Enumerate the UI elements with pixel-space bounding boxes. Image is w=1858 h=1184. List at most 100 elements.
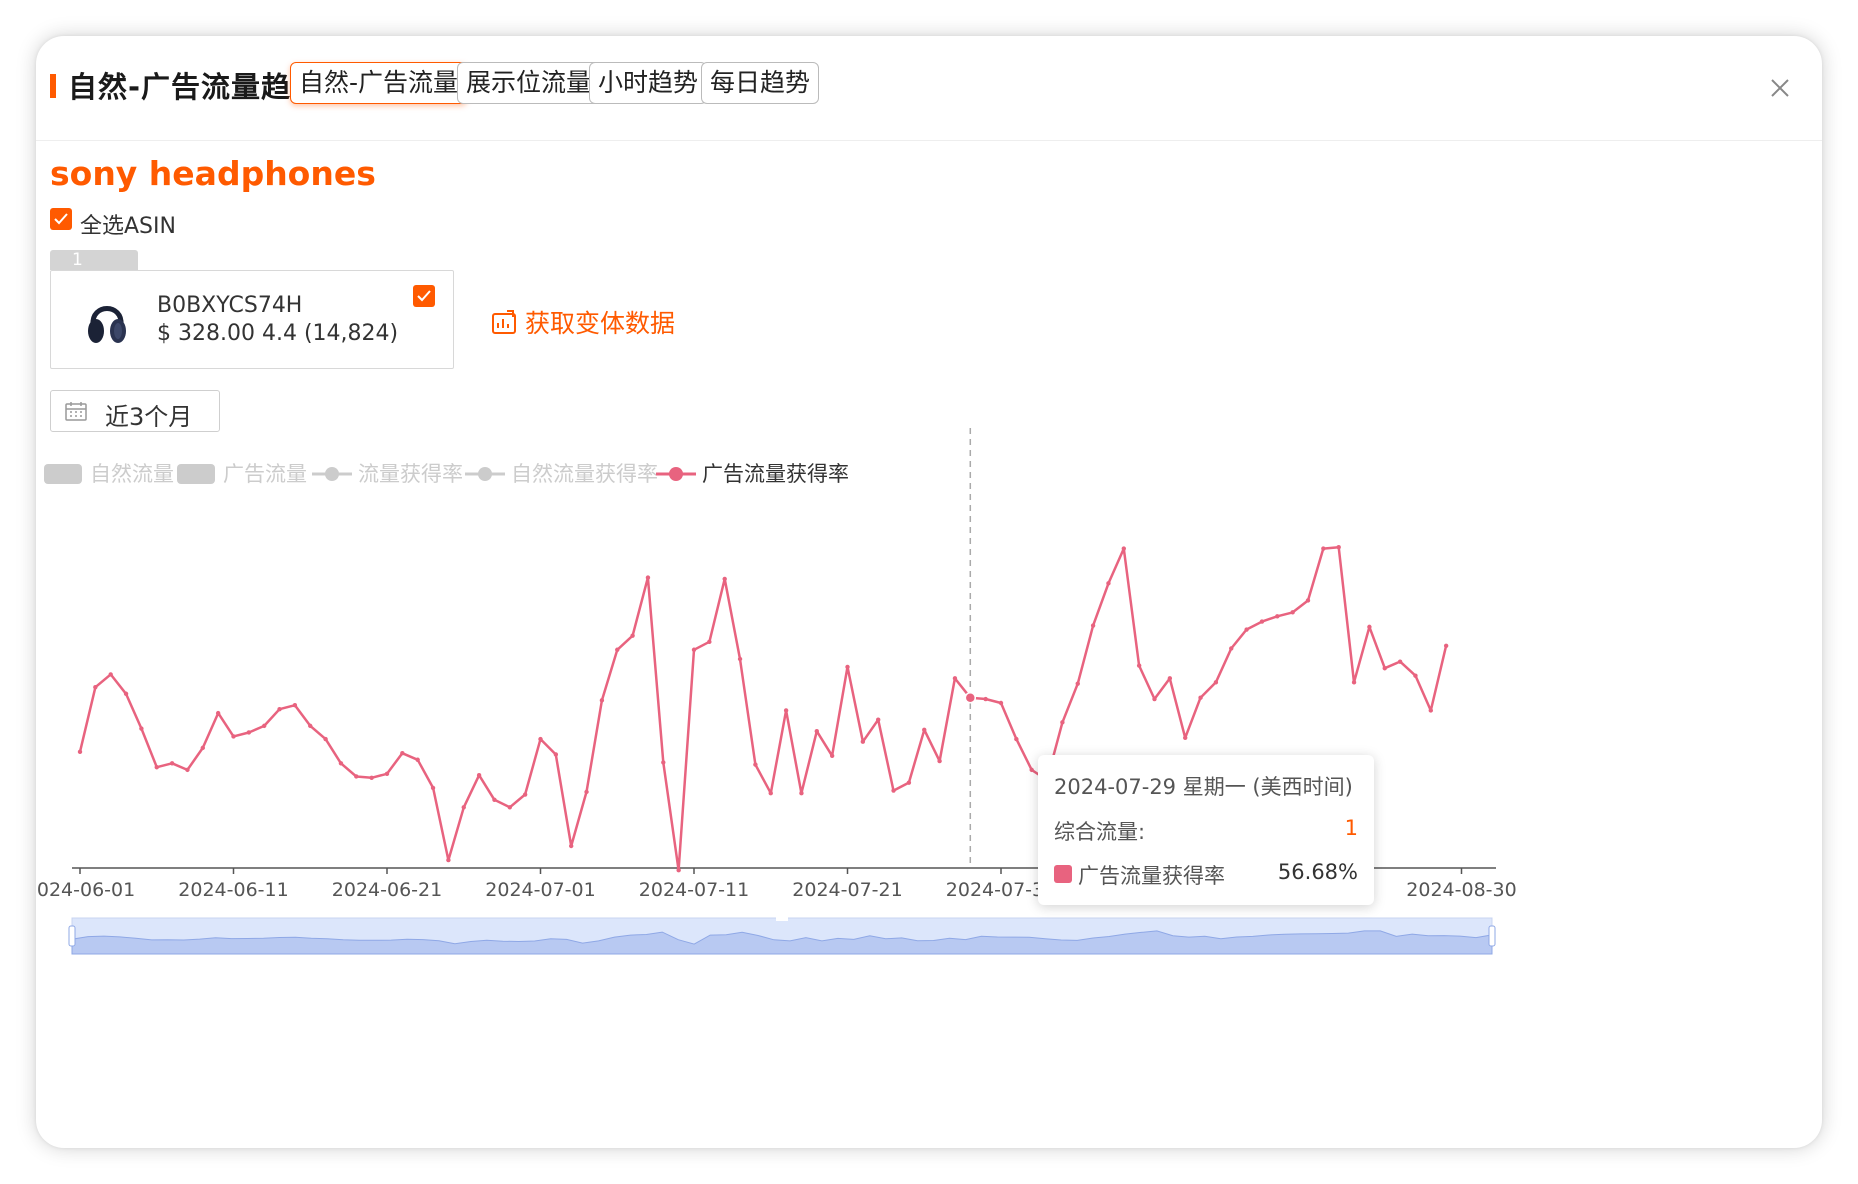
data-point <box>415 757 420 762</box>
data-point <box>964 691 977 704</box>
data-point <box>430 785 436 791</box>
data-point <box>906 780 912 785</box>
data-point <box>1152 696 1157 702</box>
data-point <box>1229 646 1234 651</box>
data-point <box>1121 546 1127 551</box>
data-point <box>998 700 1004 706</box>
data-point <box>691 647 697 652</box>
data-point <box>338 761 344 766</box>
data-point <box>215 710 221 716</box>
tooltip-series-label: 广告流量获得率 <box>1078 864 1225 888</box>
data-point <box>93 684 98 690</box>
tooltip-series-swatch <box>1054 865 1072 883</box>
data-point <box>384 771 390 777</box>
data-point <box>753 762 758 767</box>
data-point <box>615 647 620 652</box>
data-point <box>783 708 789 713</box>
data-point <box>845 664 850 670</box>
data-point <box>369 775 374 780</box>
data-point <box>1351 680 1357 685</box>
data-point <box>952 676 958 681</box>
x-axis-tick-label: 2024-06-11 <box>178 879 288 901</box>
data-point <box>814 728 819 734</box>
x-axis-tick-label: 2024-07-01 <box>485 879 595 901</box>
data-point <box>1382 666 1387 671</box>
data-point <box>630 633 635 638</box>
data-point <box>1321 546 1326 551</box>
data-point <box>154 765 159 770</box>
x-axis-tick-label: 2024-07-11 <box>639 879 749 901</box>
data-point <box>108 672 113 677</box>
data-point <box>661 760 666 765</box>
data-point <box>507 805 512 810</box>
data-point <box>584 789 589 795</box>
data-point <box>983 696 988 702</box>
data-point <box>185 767 190 773</box>
data-point <box>1183 735 1188 740</box>
x-axis-tick-label: 2024-07-21 <box>792 879 902 901</box>
data-point <box>645 575 651 580</box>
data-point <box>476 772 482 778</box>
data-point <box>1060 720 1065 725</box>
data-point <box>599 698 605 703</box>
data-point <box>538 736 543 742</box>
data-point <box>1075 681 1080 686</box>
data-point <box>1198 695 1203 700</box>
data-point <box>1136 663 1142 668</box>
data-point <box>1413 673 1418 678</box>
data-point <box>768 791 773 796</box>
zoom-drag-grip <box>776 915 788 921</box>
data-point <box>1259 619 1265 624</box>
data-point <box>446 857 451 863</box>
data-point <box>200 745 205 751</box>
x-axis-tick-label: 2024-06-21 <box>332 879 442 901</box>
data-point <box>139 726 144 731</box>
data-point <box>860 739 866 744</box>
chart-tooltip: 2024-07-29 星期一 (美西时间) 综合流量: 1 广告流量获得率 56… <box>1038 755 1374 905</box>
data-point <box>1290 610 1295 615</box>
data-point <box>737 656 743 662</box>
x-axis-tick-label: 2024-06-01 <box>36 879 135 901</box>
data-point <box>876 717 881 722</box>
data-point <box>922 727 927 733</box>
data-point <box>1167 676 1173 681</box>
data-point <box>1275 614 1280 619</box>
traffic-line-chart[interactable]: 2024-06-01 2024-06-11 2024-06-21 2024-07-01… <box>36 36 1822 1148</box>
data-point <box>1213 680 1219 685</box>
data-point <box>676 868 681 873</box>
x-axis-tick-label: 2024-08-30 <box>1406 879 1516 901</box>
data-point <box>262 723 267 729</box>
data-point <box>123 691 129 696</box>
data-point <box>277 706 282 712</box>
data-point <box>522 792 528 797</box>
data-point <box>354 774 359 779</box>
data-point <box>1244 627 1249 632</box>
tooltip-date: 2024-07-29 星期一 (美西时间) <box>1054 775 1353 799</box>
data-point <box>707 639 712 645</box>
data-point <box>937 758 942 764</box>
data-point <box>492 797 497 802</box>
tooltip-series-value: 56.68% <box>1277 860 1358 884</box>
data-point <box>1106 581 1111 586</box>
data-point <box>799 791 804 796</box>
tooltip-total-label: 综合流量: <box>1054 820 1146 844</box>
trend-modal: 自然-广告流量趋势 自然-广告流量 展示位流量 小时趋势 每日趋势 sony h… <box>36 36 1822 1148</box>
data-point <box>1397 659 1403 664</box>
data-point <box>891 788 896 793</box>
data-point <box>1305 598 1311 603</box>
data-point <box>77 749 83 755</box>
zoom-handle-right <box>1488 925 1496 947</box>
tooltip-total-value: 1 <box>1344 816 1358 840</box>
data-point <box>1336 545 1341 550</box>
data-point <box>829 753 835 758</box>
data-point <box>461 805 466 810</box>
data-point <box>1090 623 1096 628</box>
data-point <box>400 750 405 756</box>
data-point <box>231 734 236 739</box>
data-point <box>308 723 313 729</box>
data-point <box>553 752 559 757</box>
data-point <box>323 736 328 742</box>
data-point <box>1014 736 1019 742</box>
data-point <box>1029 767 1034 773</box>
data-point <box>169 761 175 766</box>
